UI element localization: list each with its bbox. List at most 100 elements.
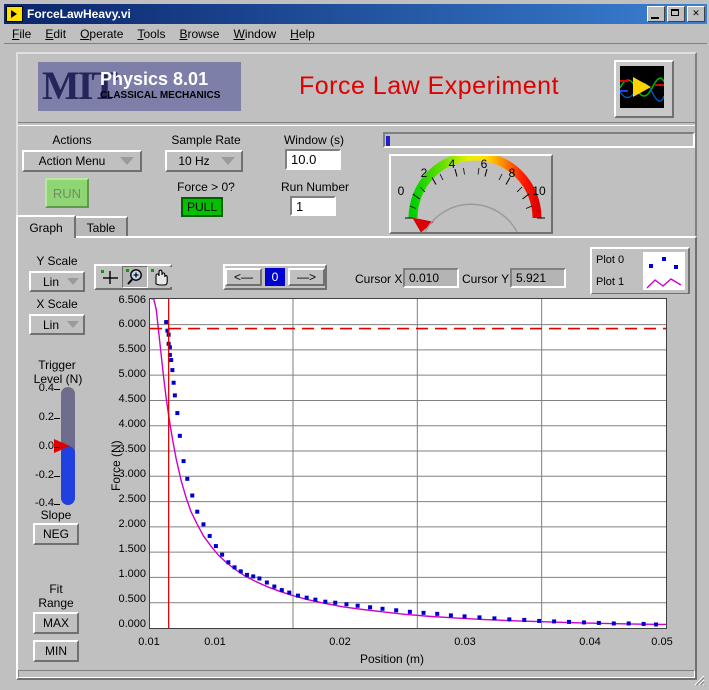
legend-item-plot0: Plot 0: [596, 254, 625, 266]
trigger-major-tick: [54, 447, 60, 448]
graph-palette: [94, 264, 172, 290]
window-button-group: ✕: [647, 6, 705, 22]
y-scale-dropdown[interactable]: Lin: [29, 271, 85, 292]
gauge-tick-6: 6: [480, 157, 488, 171]
window-seconds-input[interactable]: 10.0: [285, 149, 341, 170]
plot-legend[interactable]: Plot 0 Plot 1: [590, 247, 690, 295]
legend-swatch: [643, 252, 685, 290]
gauge-tick-10: 10: [532, 184, 546, 198]
trigger-major-tick: [54, 418, 60, 419]
maximize-icon[interactable]: [667, 6, 685, 22]
menu-item-edit[interactable]: Edit: [45, 27, 66, 41]
y-scale-value: Lin: [42, 274, 59, 289]
cursor-y-value: 5.921: [510, 268, 566, 288]
sample-rate-dropdown[interactable]: 10 Hz: [165, 150, 243, 172]
y-tick-0.500: 0.500: [118, 593, 146, 605]
fit-range-label-line1: Fit: [49, 582, 63, 596]
menu-item-window[interactable]: Window: [233, 27, 276, 41]
labview-logo-icon: [614, 60, 674, 118]
cursor-nav-group: <— 0 —>: [223, 264, 327, 290]
action-menu-value: Action Menu: [38, 154, 106, 168]
y-tick-4.000: 4.000: [118, 418, 146, 430]
gauge-tick-0: 0: [397, 184, 405, 198]
menu-item-browse[interactable]: Browse: [179, 27, 219, 41]
fit-min-button[interactable]: MIN: [33, 640, 79, 662]
y-scale-label: Y Scale: [36, 254, 78, 268]
menu-item-operate[interactable]: Operate: [80, 27, 123, 41]
y-tick-1.000: 1.000: [118, 568, 146, 580]
fit-max-button[interactable]: MAX: [33, 612, 79, 634]
slider-thumb[interactable]: [386, 136, 390, 146]
trigger-tick-2: 0.0: [38, 440, 54, 452]
run-button[interactable]: RUN: [45, 178, 89, 208]
run-number-input[interactable]: 1: [290, 196, 336, 216]
panel-scrollbar[interactable]: [18, 670, 695, 678]
zoom-icon[interactable]: [122, 266, 148, 288]
experiment-title: Force Law Experiment: [298, 72, 560, 100]
menu-item-file[interactable]: File: [12, 27, 31, 41]
slope-button[interactable]: NEG: [33, 523, 79, 545]
chevron-down-icon: [67, 278, 79, 285]
nav-prev-button[interactable]: <—: [225, 268, 262, 286]
window-titlebar: ForceLawHeavy.vi ✕: [4, 4, 707, 24]
labview-vi-icon: [6, 6, 23, 22]
menu-item-tools[interactable]: Tools: [137, 27, 165, 41]
cursor-move-icon[interactable]: [98, 267, 122, 287]
window-title: ForceLawHeavy.vi: [27, 7, 131, 21]
window-seconds-label: Window (s): [283, 133, 344, 147]
menu-item-help[interactable]: Help: [290, 27, 315, 41]
force-positive-label: Force > 0?: [177, 180, 235, 194]
trigger-major-tick: [54, 389, 60, 390]
tab-table-label: Table: [86, 220, 116, 235]
x-tick-0: 0.01: [138, 636, 160, 648]
chart-plot-area[interactable]: [149, 298, 667, 629]
legend-item-plot1: Plot 1: [596, 276, 625, 288]
sample-rate-value: 10 Hz: [178, 154, 210, 168]
window-resize-grip[interactable]: [691, 672, 705, 686]
x-tick-4: 0.04: [579, 636, 601, 648]
x-tick-2: 0.02: [329, 636, 351, 648]
labview-front-panel: ForceLawHeavy.vi ✕ File Edit Operate Too…: [0, 0, 709, 690]
tab-table[interactable]: Table: [74, 216, 128, 237]
x-scale-value: Lin: [42, 317, 59, 332]
chevron-down-icon: [221, 157, 235, 165]
close-icon[interactable]: ✕: [687, 6, 705, 22]
force-position-chart[interactable]: Force (N) 6.506 6.000 5.500 5.000 4.500 …: [94, 294, 690, 666]
y-tick-3.000: 3.000: [118, 468, 146, 480]
x-scale-dropdown[interactable]: Lin: [29, 314, 85, 335]
y-tick-3.500: 3.500: [118, 443, 146, 455]
nav-index-display[interactable]: 0: [264, 268, 286, 286]
fit-range-label-line2: Range: [38, 596, 74, 610]
cursor-x-value: 0.010: [403, 268, 459, 288]
gauge-tick-4: 4: [448, 157, 456, 171]
tab-bar: Graph Table: [16, 215, 697, 238]
trigger-major-tick: [54, 504, 60, 505]
progress-slider[interactable]: [383, 132, 695, 148]
y-tick-2.000: 2.000: [118, 518, 146, 530]
gauge-tick-2: 2: [420, 166, 428, 180]
trigger-tick-0: 0.4: [38, 382, 54, 394]
y-tick-5.000: 5.000: [118, 368, 146, 380]
trigger-label-line1: Trigger: [38, 358, 76, 372]
course-label: Physics 8.01: [100, 69, 209, 89]
menubar: File Edit Operate Tools Browse Window He…: [4, 24, 707, 44]
pan-hand-icon[interactable]: [148, 267, 172, 287]
y-tick-2.500: 2.500: [118, 493, 146, 505]
trigger-slider-fill: [61, 446, 75, 505]
course-subtitle: CLASSICAL MECHANICS: [100, 90, 221, 101]
sample-rate-label: Sample Rate: [171, 133, 241, 147]
x-tick-5: 0.05: [651, 636, 673, 648]
y-tick-4.500: 4.500: [118, 393, 146, 405]
actions-label: Actions: [52, 133, 92, 147]
pull-indicator[interactable]: PULL: [181, 197, 223, 217]
tab-graph[interactable]: Graph: [16, 215, 76, 238]
trigger-slider-pointer[interactable]: [54, 439, 70, 453]
x-scale-label: X Scale: [36, 297, 78, 311]
action-menu-dropdown[interactable]: Action Menu: [22, 150, 142, 172]
trigger-tick-1: 0.2: [38, 411, 54, 423]
nav-next-button[interactable]: —>: [288, 268, 325, 286]
chart-canvas: [150, 298, 667, 628]
chart-x-axis-label: Position (m): [359, 652, 424, 666]
minimize-icon[interactable]: [647, 6, 665, 22]
tab-graph-label: Graph: [29, 220, 63, 235]
